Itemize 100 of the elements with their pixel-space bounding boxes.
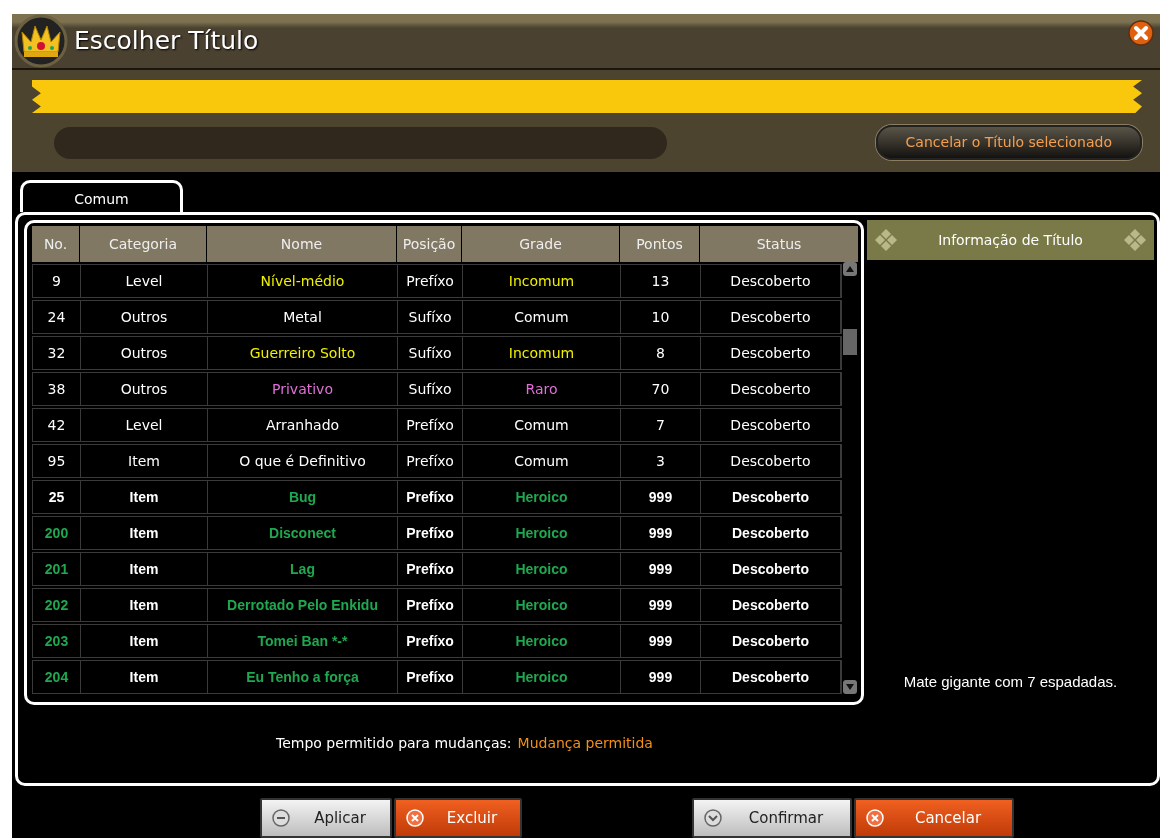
table-cell: Sufíxo xyxy=(398,301,463,333)
table-cell: Descoberto xyxy=(701,517,841,549)
table-cell: Prefíxo xyxy=(398,661,463,693)
table-cell: Comum xyxy=(463,409,621,441)
chevron-down-icon xyxy=(704,809,722,827)
table-cell: Comum xyxy=(463,301,621,333)
scroll-up-button[interactable] xyxy=(843,262,857,276)
table-cell: Privativo xyxy=(208,373,398,405)
column-header: Status xyxy=(700,226,859,262)
table-cell: 70 xyxy=(621,373,701,405)
crown-icon xyxy=(14,14,68,68)
diamond-ornament-icon xyxy=(1124,229,1146,251)
table-cell: Prefíxo xyxy=(398,625,463,657)
table-cell: 25 xyxy=(33,481,81,513)
table-cell: Lag xyxy=(208,553,398,585)
table-cell: 999 xyxy=(621,517,701,549)
table-cell: Item xyxy=(81,553,208,585)
table-cell: Outros xyxy=(81,373,208,405)
table-cell: Prefíxo xyxy=(398,517,463,549)
column-header: Nome xyxy=(207,226,397,262)
table-cell: Prefíxo xyxy=(398,409,463,441)
table-cell: 32 xyxy=(33,337,81,369)
confirm-button[interactable]: Confirmar xyxy=(692,798,852,838)
table-cell: Tomei Ban *-* xyxy=(208,625,398,657)
table-cell: Sufíxo xyxy=(398,337,463,369)
table-cell: Guerreiro Solto xyxy=(208,337,398,369)
change-time-label: Tempo permitido para mudanças: xyxy=(276,735,512,751)
table-cell: Descoberto xyxy=(701,445,841,477)
table-cell: Prefíxo xyxy=(398,445,463,477)
close-icon xyxy=(866,809,884,827)
table-cell: Nível-médio xyxy=(208,265,398,297)
table-cell: Descoberto xyxy=(701,481,841,513)
table-cell: Sufíxo xyxy=(398,373,463,405)
minus-icon xyxy=(272,809,290,827)
table-cell: Incomum xyxy=(463,265,621,297)
table-cell: Item xyxy=(81,481,208,513)
table-cell: Item xyxy=(81,517,208,549)
table-cell: Descoberto xyxy=(701,589,841,621)
up-arrow-icon xyxy=(846,266,854,272)
table-cell: Descoberto xyxy=(701,265,841,297)
table-cell: Heroico xyxy=(463,553,621,585)
delete-button[interactable]: Excluir xyxy=(394,798,522,838)
table-cell: 999 xyxy=(621,661,701,693)
table-cell: 38 xyxy=(33,373,81,405)
table-cell: Raro xyxy=(463,373,621,405)
table-cell: Outros xyxy=(81,301,208,333)
column-header: Pontos xyxy=(620,226,700,262)
table-cell: Outros xyxy=(81,337,208,369)
table-cell: 24 xyxy=(33,301,81,333)
column-header: Posição xyxy=(397,226,462,262)
cancel-title-button[interactable]: Cancelar o Título selecionado xyxy=(875,125,1142,160)
table-cell: Item xyxy=(81,589,208,621)
table-cell: 42 xyxy=(33,409,81,441)
table-cell: Descoberto xyxy=(701,409,841,441)
table-cell: Descoberto xyxy=(701,661,841,693)
table-cell: 10 xyxy=(621,301,701,333)
table-cell: Heroico xyxy=(463,589,621,621)
scrollbar-thumb[interactable] xyxy=(843,329,857,355)
table-cell: Descoberto xyxy=(701,373,841,405)
table-cell: Descoberto xyxy=(701,625,841,657)
table-cell: Item xyxy=(81,661,208,693)
table-cell: 8 xyxy=(621,337,701,369)
table-cell: Descoberto xyxy=(701,337,841,369)
apply-button[interactable]: Aplicar xyxy=(260,798,392,838)
table-cell: 7 xyxy=(621,409,701,441)
table-cell: Level xyxy=(81,265,208,297)
table-cell: Heroico xyxy=(463,625,621,657)
table-cell: Item xyxy=(81,445,208,477)
table-cell: Heroico xyxy=(463,661,621,693)
diamond-ornament-icon xyxy=(875,229,897,251)
table-cell: Heroico xyxy=(463,517,621,549)
table-cell: Heroico xyxy=(463,481,621,513)
tab[interactable]: Comum xyxy=(20,180,183,212)
column-header: No. xyxy=(32,226,80,262)
table-cell: Bug xyxy=(208,481,398,513)
table-cell: 95 xyxy=(33,445,81,477)
table-cell: 999 xyxy=(621,625,701,657)
table-cell: Prefíxo xyxy=(398,589,463,621)
cancel-button[interactable]: Cancelar xyxy=(854,798,1014,838)
table-cell: 13 xyxy=(621,265,701,297)
table-cell: Descoberto xyxy=(701,553,841,585)
table-cell: Item xyxy=(81,625,208,657)
table-cell: Disconect xyxy=(208,517,398,549)
table-cell: 999 xyxy=(621,589,701,621)
table-cell: 3 xyxy=(621,445,701,477)
table-cell: Prefíxo xyxy=(398,265,463,297)
table-cell: Descoberto xyxy=(701,301,841,333)
column-header: Categoria xyxy=(80,226,207,262)
table-cell: Comum xyxy=(463,445,621,477)
table-cell: Derrotado Pelo Enkidu xyxy=(208,589,398,621)
table-cell: Metal xyxy=(208,301,398,333)
table-cell: Eu Tenho a força xyxy=(208,661,398,693)
table-cell: 999 xyxy=(621,481,701,513)
table-cell: Arranhado xyxy=(208,409,398,441)
table-cell: O que é Definitivo xyxy=(208,445,398,477)
table-cell: 9 xyxy=(33,265,81,297)
scroll-down-button[interactable] xyxy=(843,680,857,694)
table-cell: Incomum xyxy=(463,337,621,369)
close-icon[interactable] xyxy=(1128,20,1154,46)
table-cell: Prefíxo xyxy=(398,553,463,585)
